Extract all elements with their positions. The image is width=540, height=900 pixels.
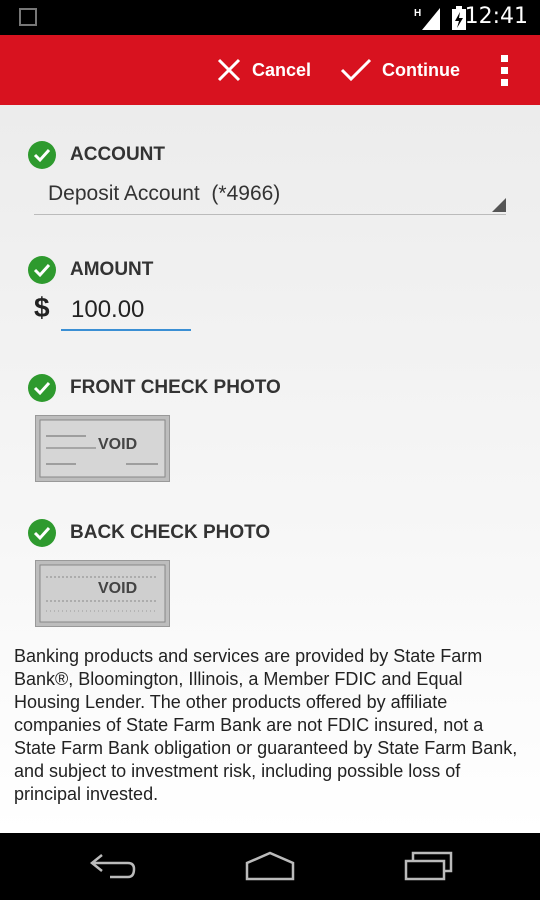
amount-label: AMOUNT bbox=[70, 259, 154, 280]
amount-section-title: AMOUNT bbox=[28, 256, 153, 284]
continue-button[interactable]: Continue bbox=[340, 35, 460, 105]
overflow-menu-icon[interactable] bbox=[496, 55, 512, 89]
front-check-thumbnail[interactable]: VOID bbox=[35, 415, 170, 482]
recent-apps-icon[interactable] bbox=[403, 851, 455, 886]
account-section-title: ACCOUNT bbox=[28, 141, 165, 169]
disclaimer-text: Banking products and services are provid… bbox=[14, 646, 518, 804]
deposit-form: ACCOUNT Deposit Account (*4966) AMOUNT $… bbox=[0, 105, 540, 833]
amount-input[interactable] bbox=[61, 291, 191, 331]
status-bar: H 12:41 bbox=[0, 0, 540, 35]
cancel-label: Cancel bbox=[252, 59, 312, 80]
front-photo-label: FRONT CHECK PHOTO bbox=[70, 377, 281, 398]
account-selected-value: Deposit Account (*4966) bbox=[48, 182, 281, 205]
currency-symbol: $ bbox=[34, 292, 50, 323]
notification-icon bbox=[18, 7, 38, 32]
back-check-thumbnail[interactable]: VOID bbox=[35, 560, 170, 627]
front-photo-section-title: FRONT CHECK PHOTO bbox=[28, 374, 281, 402]
account-select[interactable]: Deposit Account (*4966) bbox=[34, 180, 506, 215]
checkmark-icon bbox=[340, 58, 372, 82]
account-label: ACCOUNT bbox=[70, 144, 165, 165]
front-void-stamp: VOID bbox=[98, 436, 137, 453]
home-icon[interactable] bbox=[243, 851, 297, 886]
check-circle-icon bbox=[28, 141, 56, 169]
continue-label: Continue bbox=[382, 59, 460, 80]
check-circle-icon bbox=[28, 374, 56, 402]
back-icon[interactable] bbox=[88, 851, 138, 886]
back-void-stamp: VOID bbox=[98, 580, 137, 597]
navigation-bar bbox=[0, 833, 540, 900]
back-photo-label: BACK CHECK PHOTO bbox=[70, 522, 271, 543]
network-type-label: H bbox=[414, 8, 421, 19]
back-photo-section-title: BACK CHECK PHOTO bbox=[28, 519, 270, 547]
cancel-button[interactable]: Cancel bbox=[216, 35, 311, 105]
status-time: 12:41 bbox=[464, 4, 528, 29]
action-bar: Cancel Continue bbox=[0, 35, 540, 105]
dropdown-triangle-icon bbox=[492, 198, 506, 212]
signal-icon: H bbox=[414, 6, 440, 35]
check-circle-icon bbox=[28, 256, 56, 284]
check-circle-icon bbox=[28, 519, 56, 547]
x-icon bbox=[217, 58, 241, 82]
